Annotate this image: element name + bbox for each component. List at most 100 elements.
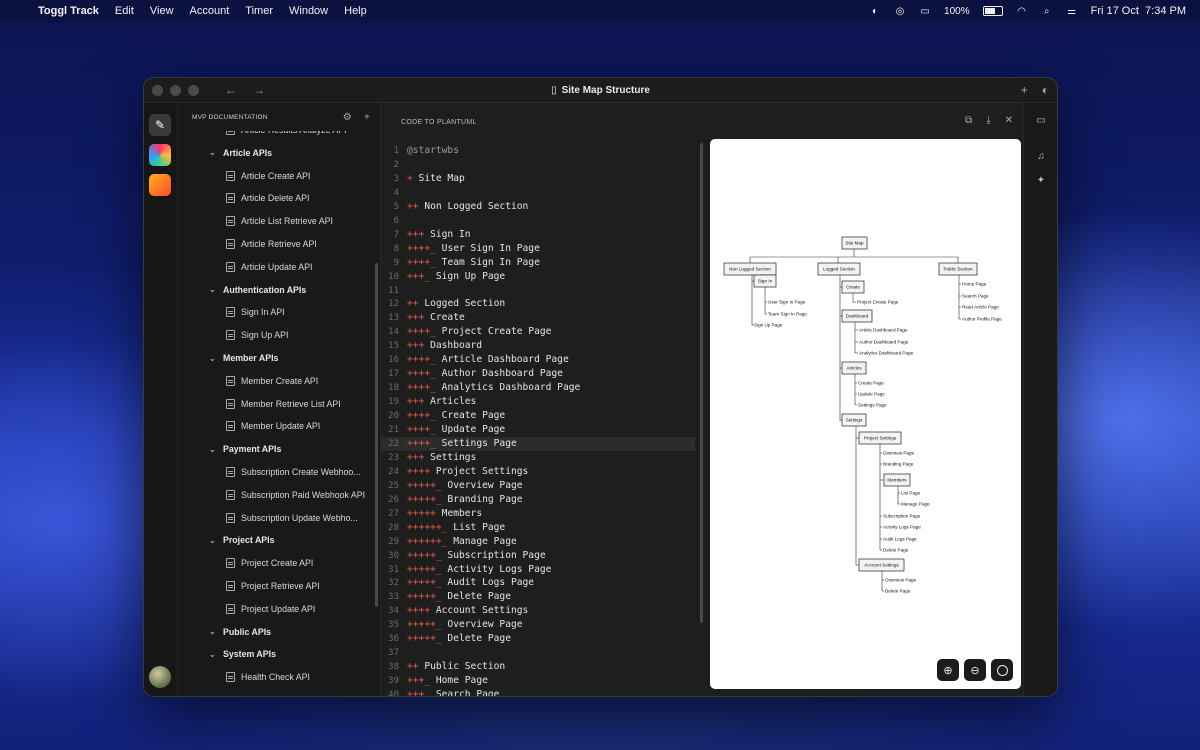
minimize-window-button[interactable] (170, 84, 181, 96)
code-line[interactable]: 2 (381, 158, 695, 172)
code-line[interactable]: 16 ++++_ Article Dashboard Page (381, 353, 695, 367)
code-line[interactable]: 34 ++++ Account Settings (381, 604, 695, 618)
code-line[interactable]: 7 +++ Sign In (381, 228, 695, 242)
code-line[interactable]: 36 +++++_ Delete Page (381, 632, 695, 646)
code-line[interactable]: 40 +++_ Search Page (381, 688, 695, 696)
code-line[interactable]: 9 ++++_ Team Sign In Page (381, 256, 695, 270)
workspace-button-docs[interactable]: ✎ (149, 114, 171, 136)
chevron-down-icon[interactable]: ⌄ (209, 354, 216, 363)
wifi-icon[interactable]: ◠ (1016, 6, 1028, 17)
menu-help[interactable]: Help (336, 5, 375, 17)
code-line[interactable]: 23 +++ Settings (381, 451, 695, 465)
menu-edit[interactable]: Edit (107, 5, 142, 17)
code-line[interactable]: 33 +++++_ Delete Page (381, 590, 695, 604)
workspace-button-orange[interactable] (149, 174, 171, 196)
toggl-status-icon[interactable]: ◐ (869, 6, 881, 17)
menu-view[interactable]: View (142, 5, 182, 17)
menu-window[interactable]: Window (281, 5, 336, 17)
sidebar-item[interactable]: Article Delete API (178, 187, 370, 209)
sidebar-item[interactable]: Article Retrieve API (178, 233, 370, 255)
code-line[interactable]: 37 (381, 646, 695, 660)
workspace-button-colorful[interactable] (149, 144, 171, 166)
reset-zoom-icon[interactable] (991, 659, 1013, 681)
sidebar-item[interactable]: Sign Up API (178, 324, 370, 346)
code-line[interactable]: 1 @startwbs (381, 144, 695, 158)
sidebar-item[interactable]: Article Results Analyze API (178, 131, 370, 141)
code-line[interactable]: 26 +++++_ Branding Page (381, 493, 695, 507)
menu-timer[interactable]: Timer (237, 5, 281, 17)
arrow-left-icon[interactable]: ← (225, 83, 237, 97)
sidebar-item[interactable]: Member Update API (178, 415, 370, 437)
sidebar-item[interactable]: Sign In API (178, 301, 370, 323)
zoom-out-icon[interactable]: ⊖ (964, 659, 986, 681)
download-icon[interactable]: ⤓ (986, 115, 990, 126)
sidebar-item[interactable]: Article Create API (178, 165, 370, 187)
code-line[interactable]: 13 +++ Create (381, 311, 695, 325)
chevron-down-icon[interactable]: ⌄ (209, 148, 216, 157)
control-center-icon[interactable]: ⚌ (1066, 6, 1078, 17)
chevron-down-icon[interactable]: ⌄ (209, 285, 216, 294)
avatar[interactable] (149, 666, 171, 688)
sidebar-item[interactable]: Article List Retrieve API (178, 210, 370, 232)
code-line[interactable]: 12 ++ Logged Section (381, 297, 695, 311)
code-line[interactable]: 4 (381, 186, 695, 200)
code-line[interactable]: 22 ++++_ Settings Page (381, 436, 695, 451)
zoom-window-button[interactable] (188, 84, 199, 96)
chevron-down-icon[interactable]: ⌄ (209, 445, 216, 454)
code-line[interactable]: 30 +++++_ Subscription Page (381, 549, 695, 563)
sidebar-item[interactable]: Project Retrieve API (178, 575, 370, 597)
keyboard-icon[interactable]: ▭ (919, 6, 931, 17)
sidebar-group[interactable]: ⌄ Member APIs (178, 347, 370, 369)
battery-icon[interactable] (982, 6, 1003, 16)
code-line[interactable]: 32 +++++_ Audit Logs Page (381, 576, 695, 590)
sidebar-group[interactable]: ⌄ Article APIs (178, 142, 370, 164)
bell-icon[interactable]: ♫ (1024, 151, 1057, 162)
sidebar-item[interactable]: Project Update API (178, 598, 370, 620)
half-circle-icon[interactable]: ◐ (1042, 83, 1049, 97)
chevron-down-icon[interactable]: ⌄ (209, 627, 216, 636)
code-line[interactable]: 5 ++ Non Logged Section (381, 200, 695, 214)
code-line[interactable]: 19 +++ Articles (381, 395, 695, 409)
code-line[interactable]: 6 (381, 214, 695, 228)
code-line[interactable]: 35 +++++_ Overview Page (381, 618, 695, 632)
code-line[interactable]: 39 +++_ Home Page (381, 674, 695, 688)
menu-app-name[interactable]: Toggl Track (34, 5, 107, 17)
code-line[interactable]: 10 +++_ Sign Up Page (381, 270, 695, 284)
copy-icon[interactable]: ⧉ (965, 115, 972, 126)
add-page-plus-icon[interactable]: + (364, 112, 370, 123)
sidebar-item[interactable]: Subscription Paid Webhook API (178, 484, 370, 506)
code-line[interactable]: 31 +++++_ Activity Logs Page (381, 563, 695, 577)
code-line[interactable]: 28 ++++++_ List Page (381, 521, 695, 535)
code-line[interactable]: 8 ++++_ User Sign In Page (381, 242, 695, 256)
focus-icon[interactable]: ◎ (894, 6, 906, 17)
sidebar-group[interactable]: ⌄ Payment APIs (178, 438, 370, 460)
close-icon[interactable]: ✕ (1005, 115, 1013, 126)
plus-icon[interactable]: + (1021, 83, 1028, 97)
sparkle-icon[interactable]: ✦ (1024, 175, 1057, 186)
code-line[interactable]: 24 ++++ Project Settings (381, 465, 695, 479)
panel-toggle-icon[interactable]: ▭ (1024, 115, 1057, 126)
code-line[interactable]: 14 ++++_ Project Create Page (381, 325, 695, 339)
search-icon[interactable]: ⌕ (1041, 6, 1053, 17)
code-line[interactable]: 15 +++ Dashboard (381, 339, 695, 353)
arrow-right-icon[interactable]: → (253, 83, 265, 97)
code-line[interactable]: 25 +++++_ Overview Page (381, 479, 695, 493)
chevron-down-icon[interactable]: ⌄ (209, 536, 216, 545)
sidebar-group[interactable]: ⌄ Project APIs (178, 529, 370, 551)
sidebar-item[interactable]: Project Create API (178, 552, 370, 574)
sidebar-item[interactable]: Member Create API (178, 370, 370, 392)
settings-icon[interactable]: ⚙ (343, 112, 352, 123)
sidebar-group[interactable]: ⌄ System APIs (178, 643, 370, 665)
code-line[interactable]: 3 + Site Map (381, 172, 695, 186)
diagram-preview[interactable]: Site Map Non Logged Section Logged Section… (710, 139, 1021, 689)
close-window-button[interactable] (152, 84, 163, 96)
sidebar-group[interactable]: ⌄ Public APIs (178, 621, 370, 643)
sidebar-item[interactable]: Article Update API (178, 256, 370, 278)
sidebar-group[interactable]: ⌄ Authentication APIs (178, 279, 370, 301)
sidebar-item[interactable]: Health Check API (178, 666, 370, 688)
code-line[interactable]: 20 ++++_ Create Page (381, 409, 695, 423)
sidebar-item[interactable]: Subscription Create Webhoo... (178, 461, 370, 483)
zoom-in-icon[interactable]: ⊕ (937, 659, 959, 681)
code-editor[interactable]: 1 @startwbs 2 3 + Site Map 4 5 ++ Non Logged Se… (381, 141, 703, 696)
code-line[interactable]: 18 ++++_ Analytics Dashboard Page (381, 381, 695, 395)
